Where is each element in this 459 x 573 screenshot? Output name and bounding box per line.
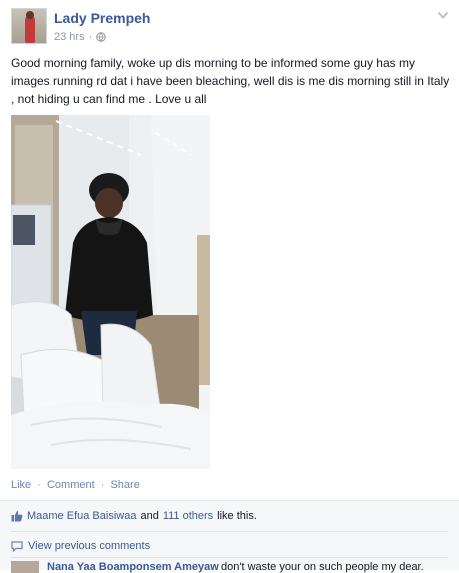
comment-author[interactable]: Nana Yaa Boamponsem Ameyaw <box>47 561 219 573</box>
actions-separator: · <box>37 479 41 491</box>
view-previous-comments[interactable]: View previous comments <box>11 540 150 552</box>
view-previous-comments-link[interactable]: View previous comments <box>28 540 150 552</box>
post-photo[interactable] <box>11 115 210 469</box>
author-name[interactable]: Lady Prempeh <box>54 10 150 26</box>
photo-image <box>11 115 210 469</box>
likes-and-text: and <box>140 510 159 522</box>
post-actions: Like · Comment · Share <box>11 479 140 491</box>
comment-bubble-icon <box>11 540 23 552</box>
divider <box>11 557 448 558</box>
actions-separator: · <box>100 479 105 491</box>
post-timestamp[interactable]: 23 hrs <box>54 31 85 43</box>
post-meta: 23 hrs · <box>54 31 107 43</box>
likes-others-link[interactable]: 111 others <box>163 510 213 522</box>
likes-summary: Maame Efua Baisiwaa and 111 others like … <box>11 510 257 522</box>
globe-icon[interactable] <box>96 32 107 42</box>
thumbs-up-icon <box>11 510 23 522</box>
commenter-avatar[interactable] <box>11 561 39 573</box>
comment-text: don't waste your on such people my dear. <box>221 561 424 573</box>
author-avatar[interactable] <box>11 8 47 44</box>
likes-suffix-text: like this. <box>217 510 257 522</box>
feedback-section: Maame Efua Baisiwaa and 111 others like … <box>0 500 459 573</box>
liker-name-link[interactable]: Maame Efua Baisiwaa <box>27 510 136 522</box>
news-feed-post: Lady Prempeh 23 hrs · Good morning famil… <box>0 0 459 573</box>
share-link[interactable]: Share <box>110 479 139 491</box>
like-link[interactable]: Like <box>11 479 31 491</box>
divider <box>11 531 448 532</box>
post-text: Good morning family, woke up dis morning… <box>11 56 450 106</box>
meta-separator: · <box>88 31 93 43</box>
chevron-down-icon[interactable] <box>437 10 449 20</box>
comment-link[interactable]: Comment <box>47 479 95 491</box>
